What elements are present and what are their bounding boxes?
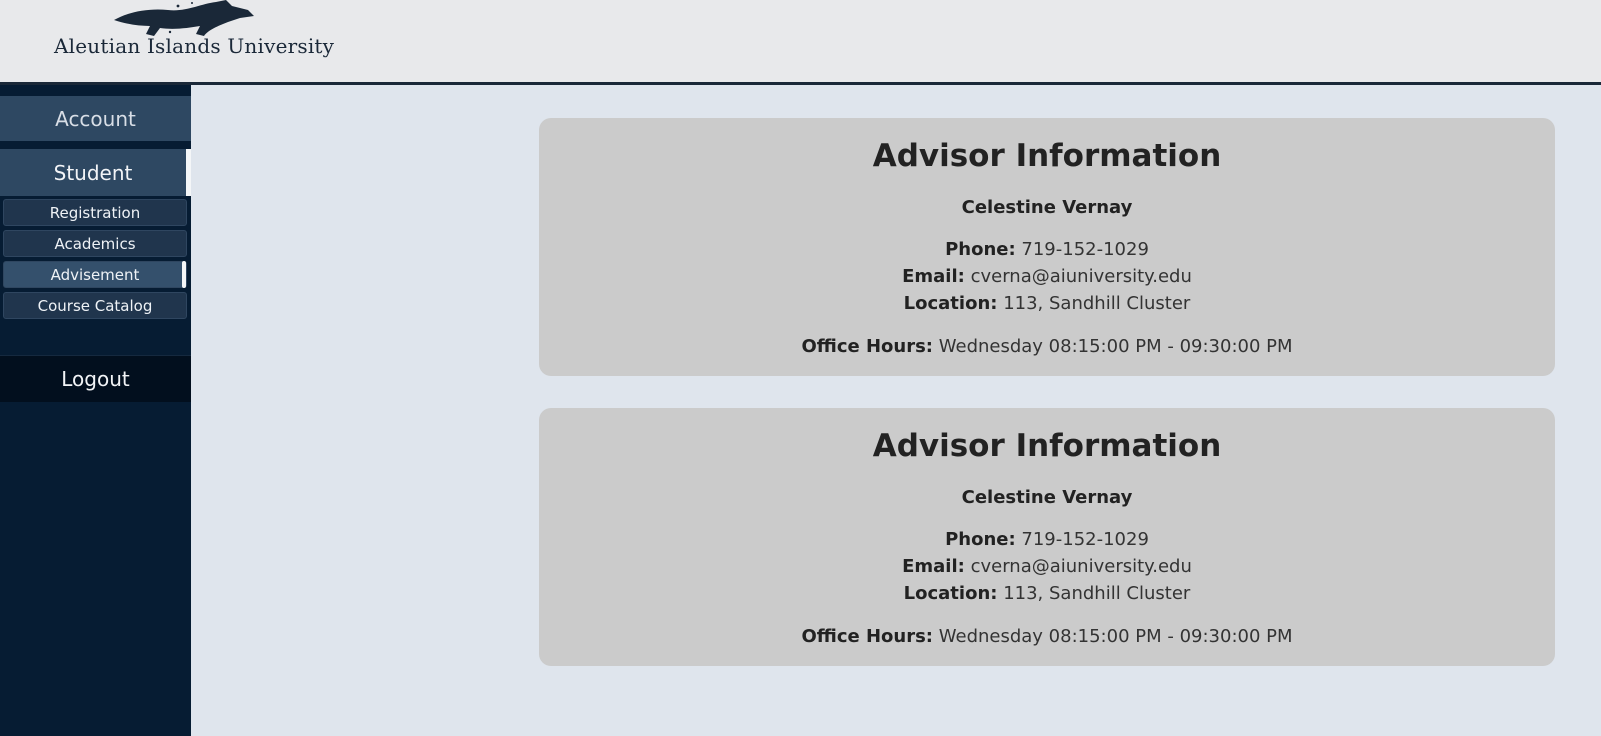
hours-label: Office Hours: (801, 626, 934, 647)
subnav-advisement[interactable]: Advisement (3, 261, 187, 288)
active-subnav-indicator (182, 261, 186, 288)
advisor-email: cverna@aiuniversity.edu (970, 266, 1192, 287)
fox-logo-icon[interactable] (108, 0, 258, 38)
advisor-location-row: Location: 113, Sandhill Cluster (539, 583, 1555, 604)
nav-student-button[interactable]: Student (0, 149, 186, 196)
advisor-location: 113, Sandhill Cluster (1003, 293, 1191, 314)
subnav-registration[interactable]: Registration (3, 199, 187, 226)
advisor-name: Celestine Vernay (961, 197, 1133, 218)
active-section-indicator (186, 149, 191, 196)
subnav-course-catalog[interactable]: Course Catalog (3, 292, 187, 319)
sidebar-nav: Account Student Registration Academics A… (0, 85, 191, 736)
advisor-hours: Wednesday 08:15:00 PM - 09:30:00 PM (938, 336, 1293, 357)
advisor-phone-row: Phone: 719-152-1029 (539, 239, 1555, 260)
card-heading: Advisor Information (872, 428, 1222, 464)
phone-label: Phone: (945, 529, 1016, 550)
advisor-hours-row: Office Hours: Wednesday 08:15:00 PM - 09… (539, 626, 1555, 647)
site-header: Aleutian Islands University (0, 0, 1601, 85)
location-label: Location: (903, 583, 998, 604)
advisor-location: 113, Sandhill Cluster (1003, 583, 1191, 604)
advisor-phone: 719-152-1029 (1021, 239, 1149, 260)
advisor-hours: Wednesday 08:15:00 PM - 09:30:00 PM (938, 626, 1293, 647)
nav-account-button[interactable]: Account (0, 96, 191, 141)
advisor-phone: 719-152-1029 (1021, 529, 1149, 550)
location-label: Location: (903, 293, 998, 314)
hours-label: Office Hours: (801, 336, 934, 357)
advisor-name: Celestine Vernay (961, 487, 1133, 508)
advisor-card: Advisor Information Celestine Vernay Pho… (539, 408, 1555, 666)
advisor-hours-row: Office Hours: Wednesday 08:15:00 PM - 09… (539, 336, 1555, 357)
university-name: Aleutian Islands University (54, 34, 335, 58)
logout-button[interactable]: Logout (0, 355, 191, 402)
email-label: Email: (902, 556, 965, 577)
advisor-card: Advisor Information Celestine Vernay Pho… (539, 118, 1555, 376)
phone-label: Phone: (945, 239, 1016, 260)
subnav-academics[interactable]: Academics (3, 230, 187, 257)
advisor-email-row: Email: cverna@aiuniversity.edu (539, 556, 1555, 577)
advisor-location-row: Location: 113, Sandhill Cluster (539, 293, 1555, 314)
email-label: Email: (902, 266, 965, 287)
advisor-email-row: Email: cverna@aiuniversity.edu (539, 266, 1555, 287)
card-heading: Advisor Information (872, 138, 1222, 174)
advisor-phone-row: Phone: 719-152-1029 (539, 529, 1555, 550)
advisor-email: cverna@aiuniversity.edu (970, 556, 1192, 577)
